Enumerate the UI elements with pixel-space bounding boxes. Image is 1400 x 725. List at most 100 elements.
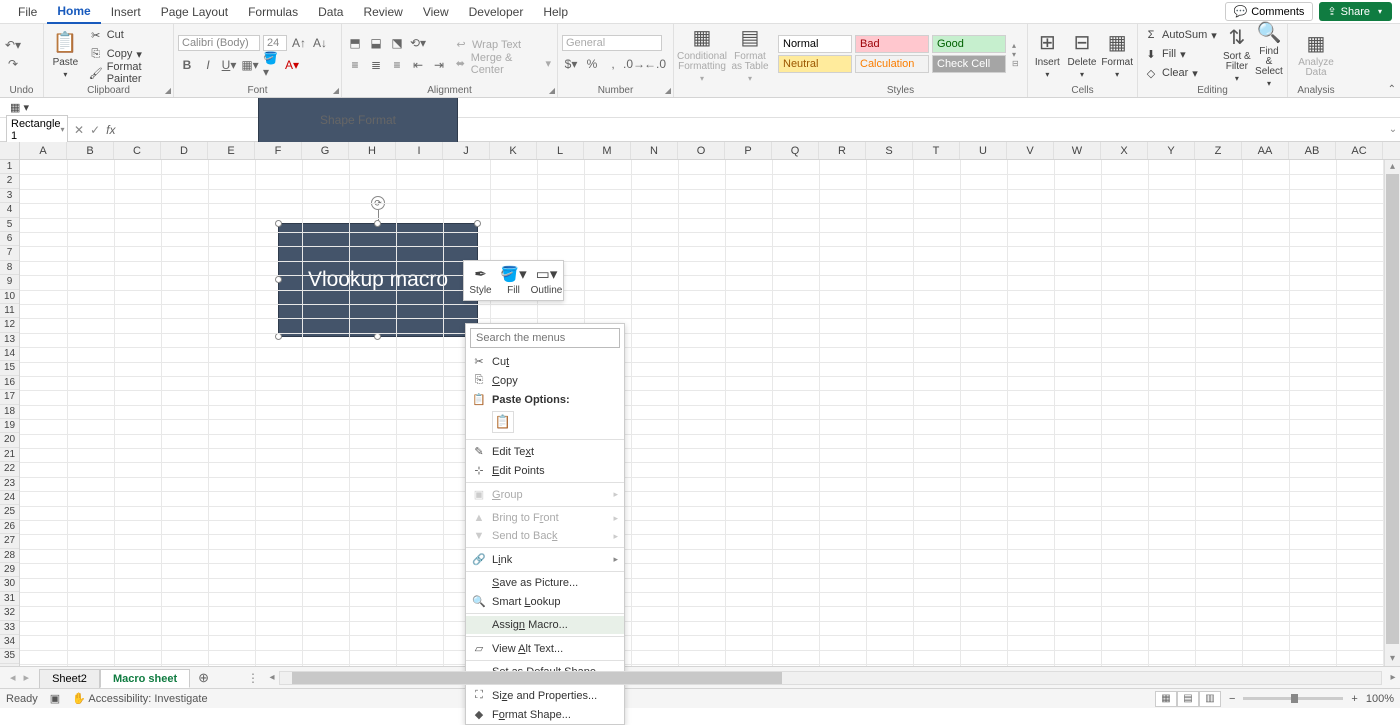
row-header-10[interactable]: 10 [0,290,19,304]
paste-button[interactable]: 📋Paste▾ [48,26,83,82]
column-header-H[interactable]: H [349,142,396,159]
zoom-thumb[interactable] [1291,694,1298,703]
resize-handle-ml[interactable] [275,276,282,283]
ctx-cut[interactable]: ✂Cut [466,352,624,371]
row-header-17[interactable]: 17 [0,390,19,404]
ctx-edit-text[interactable]: ✎Edit Text [466,442,624,461]
menu-formulas[interactable]: Formulas [238,1,308,23]
column-header-O[interactable]: O [678,142,725,159]
font-color-button[interactable]: A▾ [283,56,301,74]
resize-handle-tl[interactable] [275,220,282,227]
name-box[interactable]: Rectangle 1▾ [6,115,68,145]
menu-view[interactable]: View [413,1,459,23]
clipboard-dialog-launcher[interactable]: ◢ [165,86,171,95]
borders-button[interactable]: ▦▾ [241,56,259,74]
row-header-19[interactable]: 19 [0,419,19,433]
vscroll-thumb[interactable] [1386,174,1399,644]
row-header-4[interactable]: 4 [0,203,19,217]
column-header-M[interactable]: M [584,142,631,159]
row-header-21[interactable]: 21 [0,448,19,462]
menu-review[interactable]: Review [353,1,412,23]
column-header-Y[interactable]: Y [1148,142,1195,159]
row-header-30[interactable]: 30 [0,577,19,591]
column-header-Z[interactable]: Z [1195,142,1242,159]
ctx-size-properties[interactable]: ⛶Size and Properties... [466,686,624,705]
column-header-E[interactable]: E [208,142,255,159]
hscroll-thumb[interactable] [292,672,782,684]
resize-handle-tr[interactable] [474,220,481,227]
menu-home[interactable]: Home [47,0,100,24]
decrease-decimal-button[interactable]: ←.0 [646,55,664,73]
mini-outline-button[interactable]: ▭▾Outline [530,261,563,300]
cut-button[interactable]: ✂Cut [87,26,169,44]
menu-data[interactable]: Data [308,1,353,23]
row-header-14[interactable]: 14 [0,347,19,361]
mini-fill-button[interactable]: 🪣▾Fill [497,261,530,300]
row-header-5[interactable]: 5 [0,218,19,232]
column-header-K[interactable]: K [490,142,537,159]
menu-file[interactable]: File [8,1,47,23]
style-good[interactable]: Good [932,35,1006,53]
column-header-AB[interactable]: AB [1289,142,1336,159]
redo-button[interactable]: ↷ [4,55,22,73]
fx-label[interactable]: fx [106,123,115,137]
hscroll-right-button[interactable]: ▸ [1386,672,1400,683]
share-button[interactable]: ⇪Share▾ [1319,2,1392,21]
ctx-format-shape[interactable]: ◆Format Shape... [466,705,624,724]
row-header-3[interactable]: 3 [0,189,19,203]
column-header-R[interactable]: R [819,142,866,159]
underline-button[interactable]: U▾ [220,56,238,74]
column-header-W[interactable]: W [1054,142,1101,159]
column-header-I[interactable]: I [396,142,443,159]
column-header-V[interactable]: V [1007,142,1054,159]
row-header-34[interactable]: 34 [0,635,19,649]
ctx-smart-lookup[interactable]: 🔍Smart Lookup [466,592,624,611]
row-header-22[interactable]: 22 [0,462,19,476]
mini-style-button[interactable]: ✒Style [464,261,497,300]
style-bad[interactable]: Bad [855,35,929,53]
format-painter-button[interactable]: 🖌Format Painter [87,64,169,82]
clear-button[interactable]: ◇Clear ▾ [1142,64,1219,82]
column-header-N[interactable]: N [631,142,678,159]
row-header-28[interactable]: 28 [0,549,19,563]
insert-cells-button[interactable]: ⊞Insert▾ [1032,26,1063,82]
menu-insert[interactable]: Insert [101,1,151,23]
row-header-26[interactable]: 26 [0,520,19,534]
alignment-dialog-launcher[interactable]: ◢ [549,86,555,95]
scroll-down-button[interactable]: ▾ [1385,652,1400,666]
column-header-C[interactable]: C [114,142,161,159]
resize-handle-bm[interactable] [374,333,381,340]
column-header-T[interactable]: T [913,142,960,159]
find-select-button[interactable]: 🔍Find & Select▾ [1255,26,1283,82]
row-header-16[interactable]: 16 [0,376,19,390]
view-normal-button[interactable]: ▦ [1155,691,1177,707]
style-normal[interactable]: Normal [778,35,852,53]
number-format-select[interactable] [562,35,662,51]
align-right-button[interactable]: ≡ [388,56,406,74]
analyze-data-button[interactable]: ▦Analyze Data [1292,26,1340,82]
autosum-button[interactable]: ΣAutoSum ▾ [1142,26,1219,44]
conditional-formatting-button[interactable]: ▦Conditional Formatting▾ [678,26,726,82]
sort-filter-button[interactable]: ⇅Sort & Filter▾ [1223,26,1251,82]
column-header-P[interactable]: P [725,142,772,159]
vertical-scrollbar[interactable]: ▴ ▾ [1384,160,1400,666]
column-header-G[interactable]: G [302,142,349,159]
styles-down[interactable]: ▾ [1012,50,1019,59]
row-header-15[interactable]: 15 [0,361,19,375]
column-header-A[interactable]: A [20,142,67,159]
row-header-13[interactable]: 13 [0,333,19,347]
fill-button[interactable]: ⬇Fill ▾ [1142,45,1219,63]
comments-button[interactable]: 💬Comments [1225,2,1314,21]
resize-handle-tm[interactable] [374,220,381,227]
column-header-F[interactable]: F [255,142,302,159]
percent-button[interactable]: % [583,55,601,73]
align-middle-button[interactable]: ⬓ [367,34,385,52]
row-header-24[interactable]: 24 [0,491,19,505]
tab-nav-prev[interactable]: ◂ [10,671,16,684]
select-all-corner[interactable] [0,142,20,159]
row-header-18[interactable]: 18 [0,405,19,419]
row-header-32[interactable]: 32 [0,606,19,620]
horizontal-scrollbar[interactable] [279,671,1382,685]
row-header-11[interactable]: 11 [0,304,19,318]
tab-split-handle[interactable]: ⋮ [247,671,259,685]
